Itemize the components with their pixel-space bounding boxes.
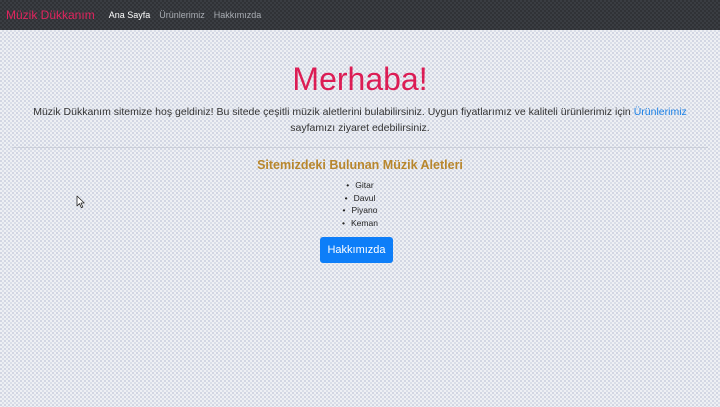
welcome-text: Müzik Dükkanım sitemize hoş geldiniz! Bu… (20, 104, 700, 136)
welcome-text-before: Müzik Dükkanım sitemize hoş geldiniz! Bu… (33, 106, 634, 118)
nav-link-products[interactable]: Ürünlerimiz (159, 10, 205, 20)
about-button[interactable]: Hakkımızda (320, 237, 393, 263)
brand-logo[interactable]: Müzik Dükkanım (6, 8, 95, 22)
products-link[interactable]: Ürünlerimiz (634, 106, 687, 118)
welcome-text-after: sayfamızı ziyaret edebilirsiniz. (290, 122, 430, 134)
nav-link-about[interactable]: Hakkımızda (214, 10, 262, 20)
mouse-cursor-icon (76, 195, 85, 208)
instruments-title: Sitemizdeki Bulunan Müzik Aletleri (257, 158, 463, 172)
page-title: Merhaba! (292, 61, 428, 97)
navbar: Müzik Dükkanım Ana Sayfa Ürünlerimiz Hak… (0, 0, 720, 30)
list-item: Gitar (0, 179, 720, 192)
nav-link-home[interactable]: Ana Sayfa (109, 10, 151, 20)
divider (12, 147, 708, 148)
list-item: Davul (0, 192, 720, 205)
hero-section: Merhaba! Müzik Dükkanım sitemize hoş gel… (0, 30, 720, 147)
list-item: Piyano (0, 204, 720, 217)
instruments-list: Gitar Davul Piyano Keman (0, 179, 720, 229)
list-item: Keman (0, 217, 720, 230)
